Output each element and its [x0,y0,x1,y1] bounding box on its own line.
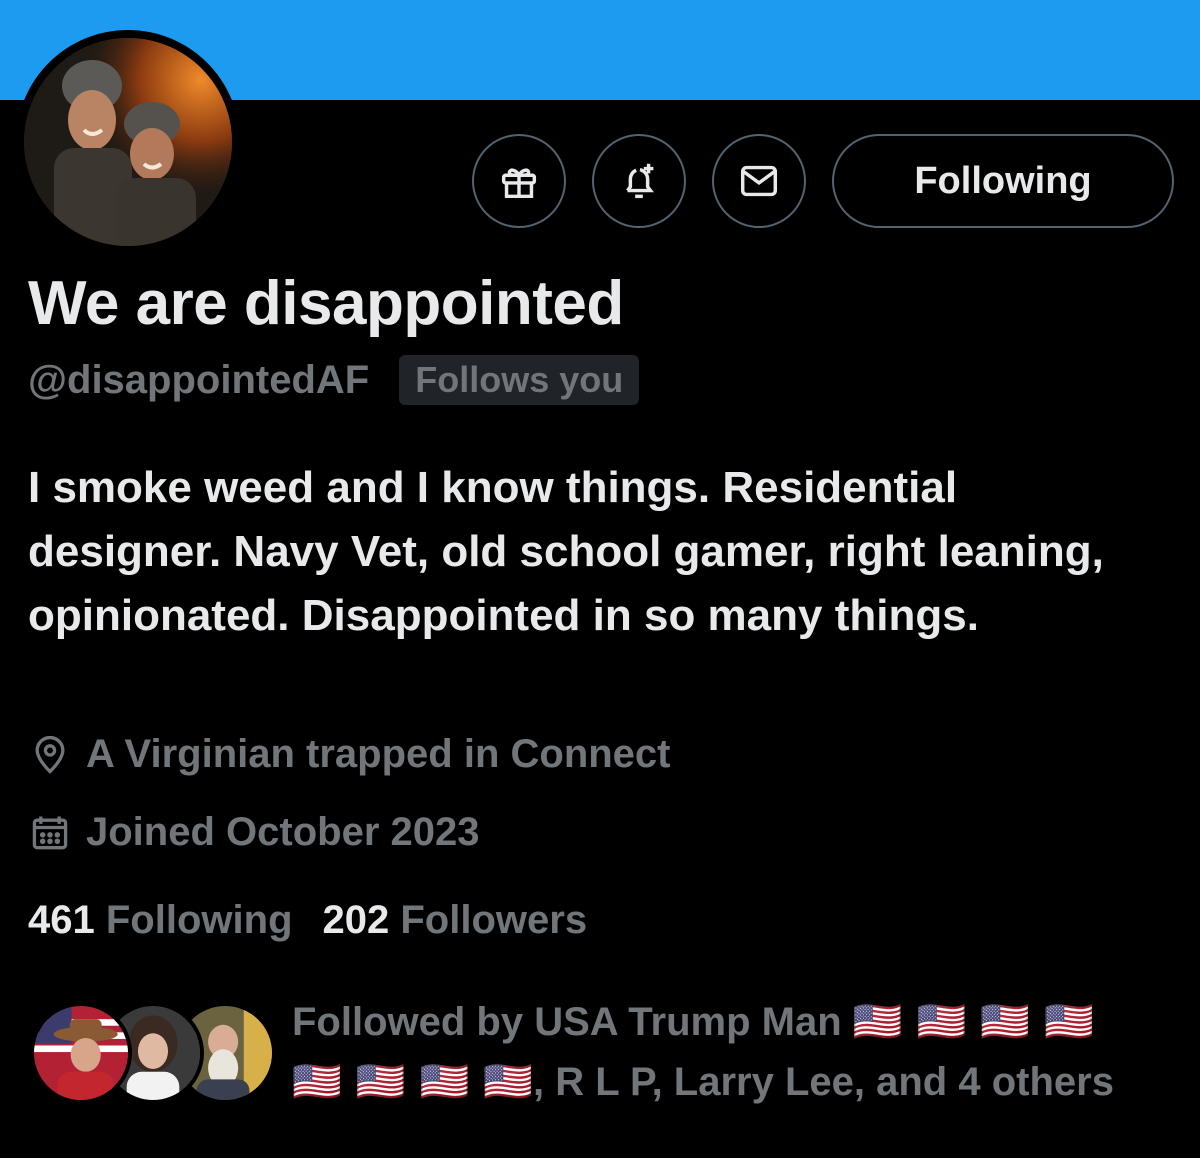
followers-count: 202 [322,898,390,942]
gift-button[interactable] [472,134,566,228]
follow-stats: 461 Following 202 Followers [28,898,587,943]
avatar-image [24,38,232,246]
follows-you-badge: Follows you [399,355,640,405]
profile-bio: I smoke weed and I know things. Resident… [28,463,1104,640]
following-count: 461 [28,898,95,942]
followers-label: Followers [400,898,588,942]
followed-by-prefix: Followed by USA Trump Man [292,1000,842,1044]
followers-stat-link[interactable]: 202 Followers [323,898,588,943]
gift-icon [501,168,537,199]
follower-avatar [30,1002,132,1104]
calendar-icon [32,816,68,849]
handle-row: @disappointedAF Follows you [28,355,640,405]
message-button[interactable] [712,134,806,228]
profile-avatar-frame [16,30,240,254]
following-button[interactable]: Following [832,134,1174,228]
us-flag-emojis: 🇺🇸 🇺🇸 🇺🇸 🇺🇸 [292,1059,533,1105]
notifications-button[interactable] [592,134,686,228]
followed-by-text[interactable]: Followed by USA Trump Man 🇺🇸 🇺🇸 🇺🇸 🇺🇸 🇺🇸… [292,992,1172,1112]
joined-row: Joined October 2023 [28,810,479,855]
profile-page: Following We are disappointed @disappoin… [0,0,1200,1158]
followed-by-suffix: , R L P, Larry Lee, and 4 others [533,1060,1114,1104]
following-stat-link[interactable]: 461 Following [28,898,293,943]
user-handle: @disappointedAF [28,357,370,402]
location-text: A Virginian trapped in Connect [86,732,671,776]
follower-avatar-image [34,1006,128,1100]
followed-by-line-1: Followed by USA Trump Man 🇺🇸 🇺🇸 🇺🇸 🇺🇸 [292,992,1172,1052]
us-flag-emojis: 🇺🇸 🇺🇸 🇺🇸 🇺🇸 [852,999,1094,1045]
display-name: We are disappointed [28,269,624,338]
location-row: A Virginian trapped in Connect [28,732,671,777]
message-envelope-icon [740,165,778,197]
followed-by-line-2: 🇺🇸 🇺🇸 🇺🇸 🇺🇸, R L P, Larry Lee, and 4 oth… [292,1052,1172,1112]
profile-avatar[interactable] [24,38,232,246]
profile-actions: Following [472,134,1174,228]
notification-bell-plus-icon [626,163,654,199]
followed-by-avatars[interactable] [30,1002,276,1104]
following-label: Following [105,898,293,942]
location-pin-icon [35,735,65,774]
joined-text: Joined October 2023 [86,810,480,854]
